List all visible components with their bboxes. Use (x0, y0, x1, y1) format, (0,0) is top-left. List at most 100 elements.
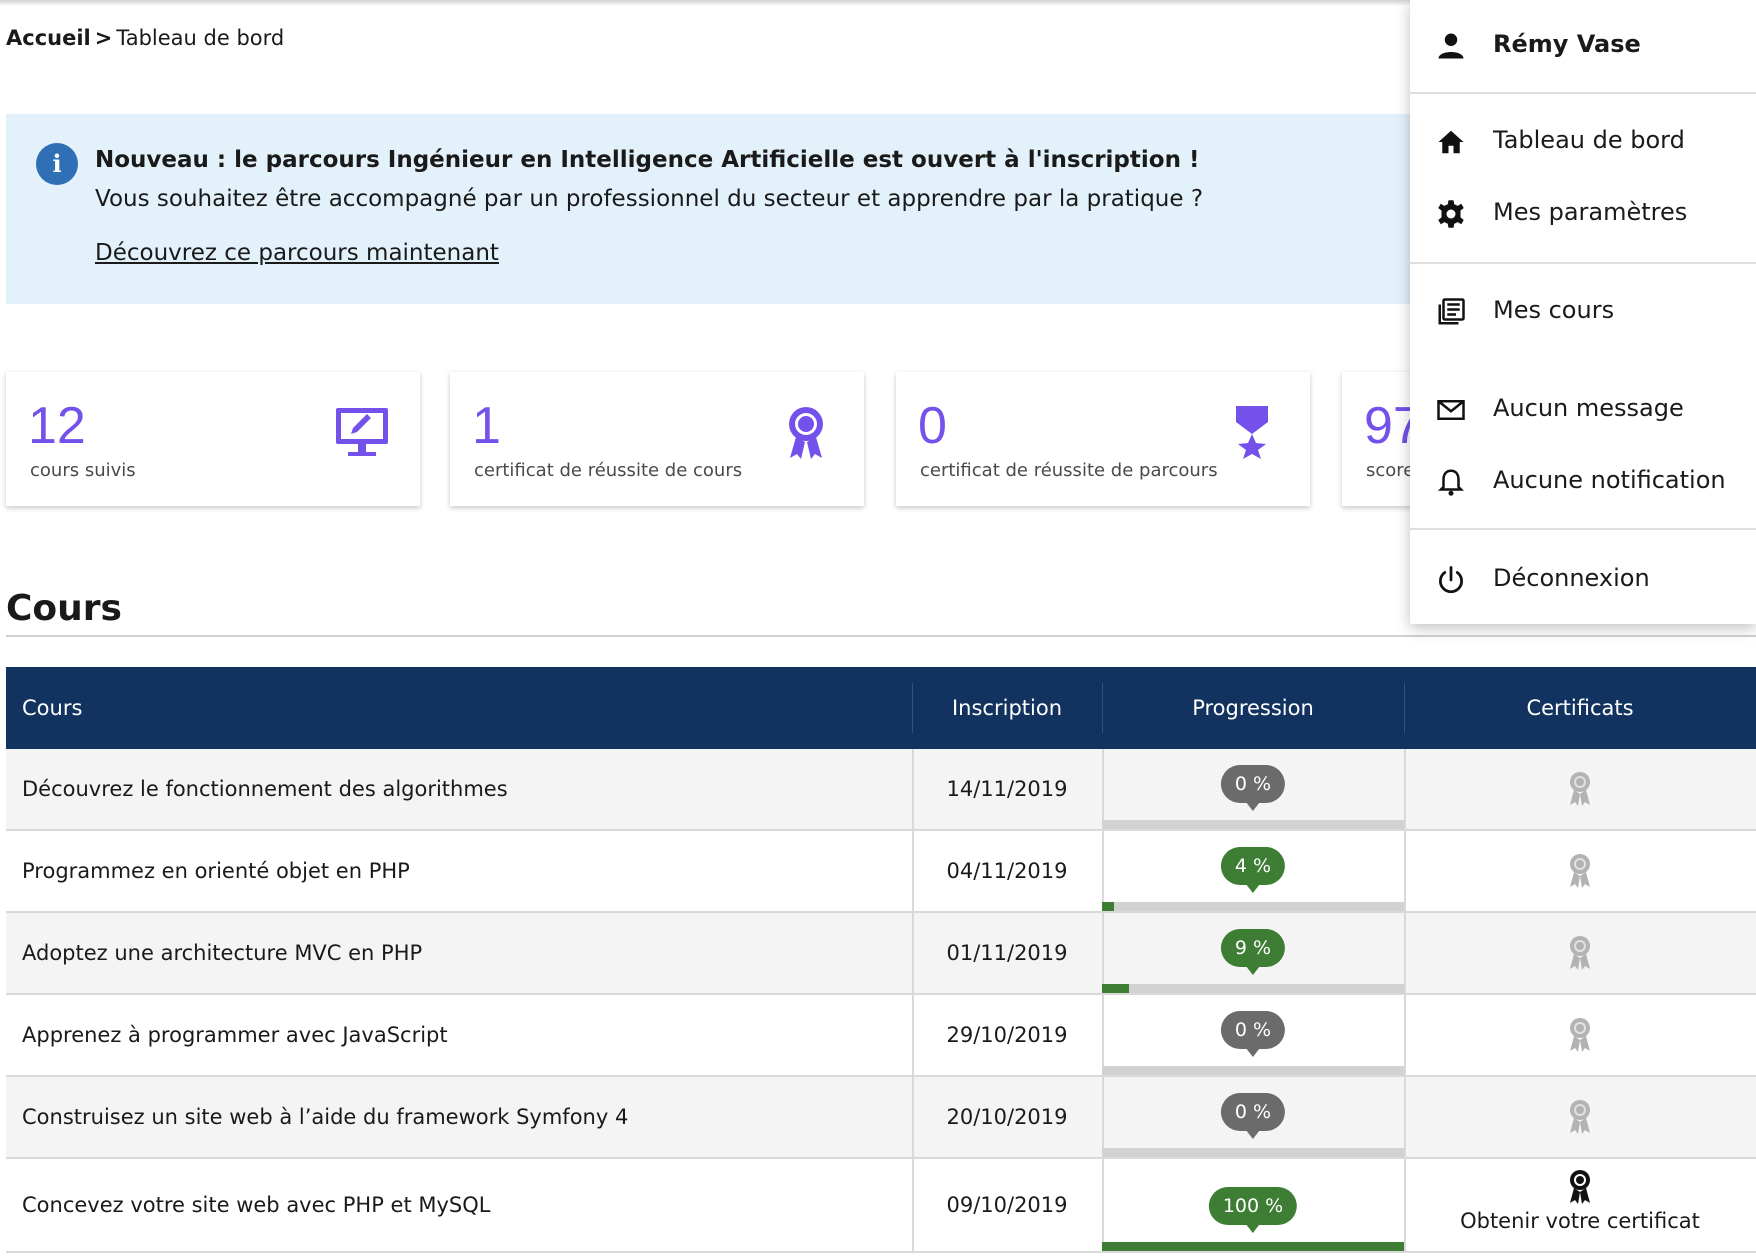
breadcrumb-current: Tableau de bord (116, 26, 285, 50)
breadcrumb-separator: > (94, 26, 113, 50)
breadcrumb-home[interactable]: Accueil (6, 26, 91, 50)
banner-title: Nouveau : le parcours Ingénieur en Intel… (95, 147, 1200, 173)
menu-divider (1410, 528, 1756, 530)
get-certificate-link[interactable]: Obtenir votre certificat (1404, 1209, 1756, 1233)
progress-cell: 4 % (1102, 831, 1404, 911)
table-row[interactable]: Découvrez le fonctionnement des algorith… (6, 749, 1756, 831)
menu-user[interactable]: Rémy Vase (1410, 17, 1756, 73)
course-name[interactable]: Apprenez à programmer avec JavaScript (22, 1023, 448, 1047)
certificate-cell (1404, 913, 1756, 993)
menu-divider (1410, 92, 1756, 94)
stat-value: 1 (472, 397, 501, 455)
gear-icon (1438, 200, 1464, 228)
banner-text: Vous souhaitez être accompagné par un pr… (95, 186, 1204, 212)
progress-bar (1102, 820, 1404, 829)
table-row[interactable]: Adoptez une architecture MVC en PHP 01/11… (6, 913, 1756, 995)
menu-divider (1410, 262, 1756, 264)
column-header-course: Cours (22, 696, 83, 720)
progress-cell: 100 % (1102, 1159, 1404, 1251)
menu-item-messages[interactable]: Aucun message (1410, 381, 1756, 437)
course-name[interactable]: Concevez votre site web avec PHP et MySQ… (22, 1193, 490, 1217)
column-header-progress: Progression (1192, 696, 1314, 720)
enrollment-date: 09/10/2019 (946, 1193, 1068, 1217)
course-name[interactable]: Construisez un site web à l’aide du fram… (22, 1105, 628, 1129)
progress-badge: 0 % (1220, 765, 1286, 811)
enrollment-date: 29/10/2019 (946, 1023, 1068, 1047)
stat-card-course-certificates: 1 certificat de réussite de cours (450, 372, 864, 506)
progress-cell: 0 % (1102, 749, 1404, 829)
progress-bar-fill (1102, 1242, 1404, 1251)
rosette-icon (789, 407, 823, 459)
progress-badge: 4 % (1220, 847, 1286, 893)
table-row[interactable]: Concevez votre site web avec PHP et MySQ… (6, 1159, 1756, 1253)
menu-item-notifications[interactable]: Aucune notification (1410, 453, 1756, 509)
stat-label: certificat de réussite de cours (474, 460, 743, 481)
progress-bar (1102, 902, 1404, 911)
stat-label: cours suivis (30, 460, 136, 481)
menu-user-name: Rémy Vase (1493, 30, 1641, 58)
monitor-pencil-icon (336, 408, 388, 456)
stat-card-path-certificates: 0 certificat de réussite de parcours (896, 372, 1310, 506)
mail-icon (1437, 400, 1465, 420)
home-icon (1438, 130, 1464, 154)
enrollment-date: 04/11/2019 (946, 859, 1068, 883)
menu-item-label: Mes paramètres (1493, 198, 1688, 226)
column-header-enrollment: Inscription (951, 696, 1062, 720)
menu-item-logout[interactable]: Déconnexion (1410, 551, 1756, 607)
power-icon (1439, 566, 1463, 594)
stat-value: 0 (918, 397, 947, 455)
courses-icon (1438, 298, 1465, 325)
banner-link[interactable]: Découvrez ce parcours maintenant (95, 240, 499, 266)
enrollment-date: 01/11/2019 (946, 941, 1068, 965)
menu-item-courses[interactable]: Mes cours (1410, 283, 1756, 339)
certificate-rosette-icon (1570, 772, 1590, 806)
certificate-cell[interactable]: Obtenir votre certificat (1404, 1159, 1756, 1251)
menu-item-label: Déconnexion (1493, 564, 1650, 592)
table-row[interactable]: Apprenez à programmer avec JavaScript 29/… (6, 995, 1756, 1077)
course-name[interactable]: Adoptez une architecture MVC en PHP (22, 941, 422, 965)
table-row[interactable]: Construisez un site web à l’aide du fram… (6, 1077, 1756, 1159)
stat-label: certificat de réussite de parcours (920, 460, 1218, 481)
certificate-rosette-icon (1570, 854, 1590, 888)
progress-bar-fill (1102, 984, 1130, 993)
stat-label: score (1366, 460, 1415, 481)
menu-item-label: Tableau de bord (1493, 126, 1685, 154)
section-title: Cours (6, 588, 122, 629)
progress-bar-fill (1102, 902, 1115, 911)
progress-bar (1102, 984, 1404, 993)
certificate-cell (1404, 749, 1756, 829)
progress-cell: 0 % (1102, 995, 1404, 1075)
progress-bar (1102, 1148, 1404, 1157)
medal-star-icon (1236, 406, 1268, 459)
progress-badge: 0 % (1220, 1011, 1286, 1057)
stat-card-courses: 12 cours suivis (6, 372, 420, 506)
section-divider (6, 635, 1756, 637)
progress-bar (1102, 1242, 1404, 1251)
certificate-rosette-icon (1570, 1018, 1590, 1052)
certificate-cell (1404, 831, 1756, 911)
certificate-rosette-icon (1570, 936, 1590, 970)
certificate-cell (1404, 1077, 1756, 1157)
info-icon: i (36, 143, 78, 185)
course-name[interactable]: Programmez en orienté objet en PHP (22, 859, 410, 883)
user-dropdown-menu: Rémy Vase Tableau de bord Mes paramètres… (1410, 0, 1756, 624)
enrollment-date: 20/10/2019 (946, 1105, 1068, 1129)
menu-item-label: Mes cours (1493, 296, 1615, 324)
user-icon (1438, 33, 1464, 59)
progress-badge: 100 % (1208, 1187, 1298, 1233)
stat-value: 12 (28, 397, 86, 455)
enrollment-date: 14/11/2019 (946, 777, 1068, 801)
certificate-rosette-icon (1570, 1100, 1590, 1134)
menu-item-dashboard[interactable]: Tableau de bord (1410, 113, 1756, 169)
menu-item-label: Aucun message (1493, 394, 1684, 422)
progress-cell: 9 % (1102, 913, 1404, 993)
menu-item-label: Aucune notification (1493, 466, 1726, 494)
course-name[interactable]: Découvrez le fonctionnement des algorith… (22, 777, 508, 801)
table-header: Cours Inscription Progression Certificat… (6, 667, 1756, 749)
menu-item-settings[interactable]: Mes paramètres (1410, 185, 1756, 241)
column-header-certificates: Certificats (1526, 696, 1634, 720)
certificate-rosette-icon (1570, 1170, 1590, 1204)
table-row[interactable]: Programmez en orienté objet en PHP 04/11/… (6, 831, 1756, 913)
breadcrumb: Accueil > Tableau de bord (6, 26, 284, 50)
progress-badge: 0 % (1220, 1093, 1286, 1139)
